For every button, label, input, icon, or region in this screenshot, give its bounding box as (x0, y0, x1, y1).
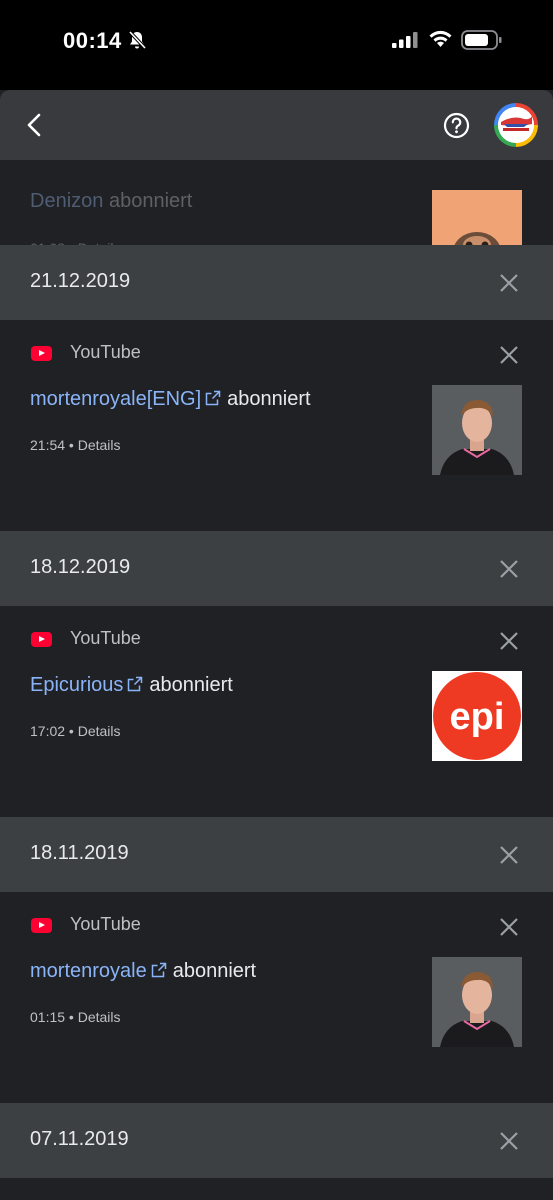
youtube-icon (31, 918, 52, 933)
help-icon[interactable] (443, 112, 470, 139)
activity-title: mortenroyale[ENG] abonniert (30, 388, 311, 411)
previous-action: abonniert (108, 190, 193, 212)
date-header: 21.12.2019 (0, 245, 553, 320)
delete-day-close-icon[interactable] (498, 1130, 520, 1152)
activity-meta[interactable]: 01:15 • Details (30, 1009, 121, 1025)
previous-channel-link[interactable]: Denizon (30, 190, 103, 212)
delete-day-close-icon[interactable] (498, 844, 520, 866)
bell-muted-icon (128, 30, 147, 50)
date-header: 07.11.2019 (0, 1103, 553, 1178)
back-arrow-icon[interactable] (20, 110, 50, 140)
channel-thumbnail (432, 957, 522, 1047)
date-label: 18.11.2019 (30, 842, 129, 864)
activity-card: YouTube Epicurious abonniert 17:02 • Deta… (0, 606, 553, 817)
delete-activity-close-icon[interactable] (498, 916, 520, 938)
account-avatar[interactable] (494, 103, 538, 147)
delete-activity-close-icon[interactable] (498, 344, 520, 366)
channel-link[interactable]: mortenroyale[ENG] (30, 388, 201, 410)
wifi-icon (429, 30, 452, 47)
activity-meta[interactable]: 21:54 • Details (30, 437, 121, 453)
action-text: abonniert (227, 388, 311, 410)
date-label: 07.11.2019 (30, 1128, 129, 1150)
action-text: abonniert (172, 960, 257, 982)
date-label: 21.12.2019 (30, 270, 131, 292)
source-label: YouTube (70, 914, 141, 934)
battery-icon (461, 30, 502, 50)
epi-logo-text: epi (450, 696, 505, 738)
external-link-icon (128, 676, 143, 692)
epicurious-logo-thumbnail: epi (432, 671, 522, 761)
delete-day-close-icon[interactable] (498, 272, 520, 294)
youtube-icon (31, 632, 52, 647)
previous-entry-title: Denizon abonniert (30, 190, 192, 213)
cellular-signal-icon (392, 32, 418, 48)
activity-card: YouTube mortenroyale[ENG] abonniert 21:54… (0, 320, 553, 531)
channel-thumbnail (432, 385, 522, 475)
status-time: 00:14 (63, 28, 122, 53)
external-link-icon (151, 962, 166, 978)
activity-title: mortenroyale abonniert (30, 960, 256, 983)
channel-link[interactable]: Epicurious (30, 674, 123, 696)
date-label: 18.12.2019 (30, 556, 131, 578)
status-bar: 00:14 (0, 0, 553, 90)
activity-meta[interactable]: 17:02 • Details (30, 723, 121, 739)
youtube-icon (31, 346, 52, 361)
date-header: 18.11.2019 (0, 817, 553, 892)
app-bar (0, 90, 553, 160)
card-area (0, 1178, 553, 1200)
delete-day-close-icon[interactable] (498, 558, 520, 580)
action-text: abonniert (149, 674, 233, 696)
source-label: YouTube (70, 628, 141, 648)
activity-title: Epicurious abonniert (30, 674, 233, 697)
channel-link[interactable]: mortenroyale (30, 960, 147, 982)
external-link-icon (205, 390, 221, 406)
delete-activity-close-icon[interactable] (498, 630, 520, 652)
date-header: 18.12.2019 (0, 531, 553, 606)
source-label: YouTube (70, 342, 141, 362)
activity-card: YouTube mortenroyale abonniert 01:15 • De… (0, 892, 553, 1103)
